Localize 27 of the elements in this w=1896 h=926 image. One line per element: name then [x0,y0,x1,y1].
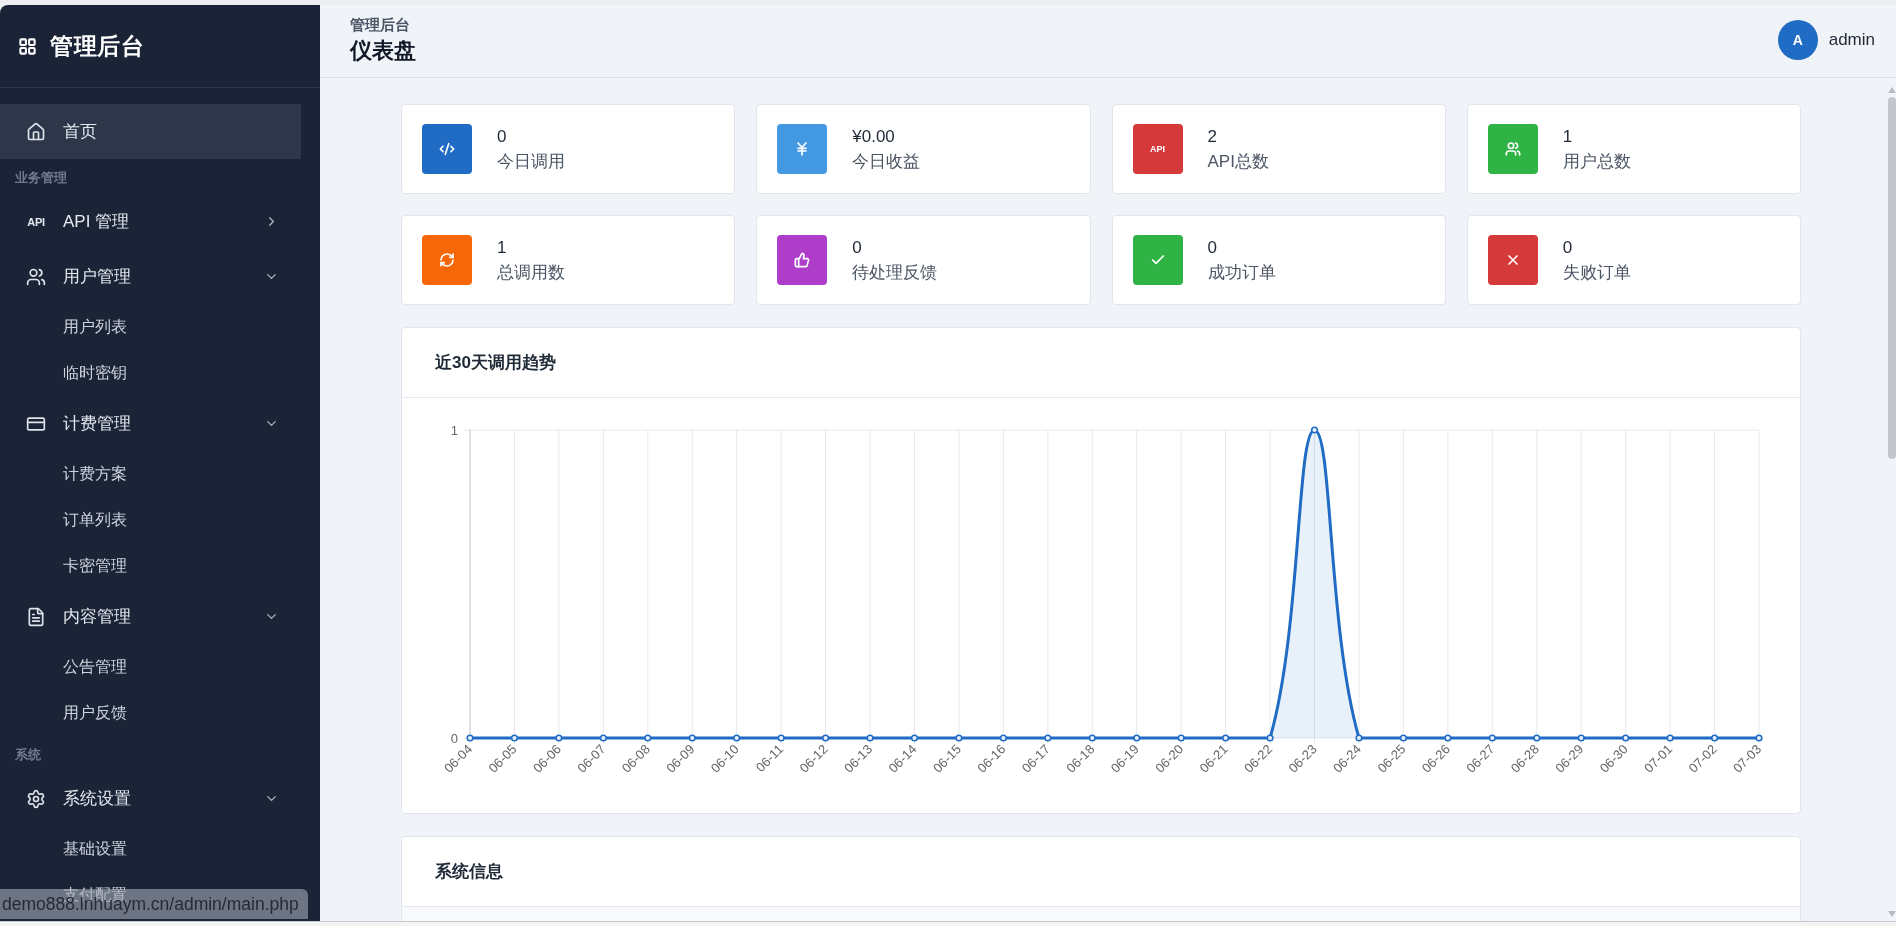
stat-label: 今日收益 [852,151,921,172]
section-label: 业务管理 [15,170,67,186]
stat-label: 用户总数 [1562,151,1631,172]
stat-value: 1 [1562,126,1574,147]
stat-value: 0 [852,237,863,258]
stat-value: 2 [1207,126,1218,147]
stat-label: API总数 [1207,151,1269,172]
card-title: 近30天调用趋势 [435,352,556,374]
stat-label: 总调用数 [497,262,565,283]
y-axis-label: 1 [450,422,458,438]
brand-title: 管理后台 [50,31,144,61]
stat-value: 0 [1562,237,1574,258]
stat-value: ¥0.00 [852,126,896,147]
section-label: 系统 [15,747,41,763]
card-title: 系统信息 [435,861,503,883]
stat-label: 失败订单 [1562,262,1631,283]
api-icon: API [27,215,45,228]
stat-value: 1 [497,237,508,258]
stat-label: 今日调用 [497,151,565,172]
api-icon: API [1132,124,1183,174]
y-axis-label: 0 [450,730,458,746]
stat-label: 成功订单 [1207,262,1276,283]
stat-value: 0 [497,126,508,147]
page-title: 仪表盘 [350,38,416,64]
breadcrumb: 管理后台 [350,16,411,34]
stat-value: 0 [1207,237,1218,258]
stat-label: 待处理反馈 [852,262,938,283]
